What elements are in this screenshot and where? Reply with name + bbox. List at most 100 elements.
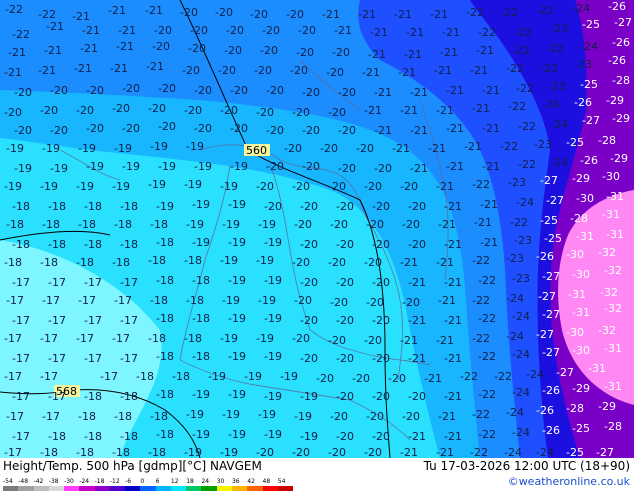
temp-label: -21 <box>374 124 392 137</box>
temp-label: -22 <box>546 42 564 55</box>
temp-label: -32 <box>604 302 622 315</box>
temp-label: -27 <box>538 290 556 303</box>
temp-label: -22 <box>470 446 488 458</box>
temp-label: -19 <box>192 236 210 249</box>
temp-label: -17 <box>4 332 22 345</box>
temp-label: -19 <box>50 162 68 175</box>
temp-label: -21 <box>438 218 456 231</box>
temp-label: -17 <box>12 390 30 403</box>
colorbar-tick: 0 <box>140 478 145 485</box>
temp-label: -20 <box>366 218 384 231</box>
temp-label: -19 <box>264 350 282 363</box>
temp-label: -20 <box>284 142 302 155</box>
temp-label: -20 <box>184 104 202 117</box>
temp-label: -21 <box>440 46 458 59</box>
temp-label: -18 <box>112 256 130 269</box>
temp-label: -29 <box>612 112 630 125</box>
temp-label: -20 <box>292 446 310 458</box>
temp-label: -31 <box>576 230 594 243</box>
temp-label: -17 <box>40 332 58 345</box>
temp-label: -22 <box>478 26 496 39</box>
temp-label: -20 <box>260 44 278 57</box>
colorbar-tick: 12 <box>170 478 179 485</box>
temp-label: -21 <box>400 446 418 458</box>
temp-label: -19 <box>258 408 276 421</box>
temp-label: -18 <box>192 274 210 287</box>
temp-label: -27 <box>540 174 558 187</box>
temp-label: -21 <box>334 24 352 37</box>
temp-label: -19 <box>228 312 246 325</box>
temp-label: -19 <box>264 274 282 287</box>
temp-label: -21 <box>72 10 90 23</box>
temp-label: -20 <box>158 82 176 95</box>
temp-label: -18 <box>156 350 174 363</box>
temp-label: -18 <box>84 200 102 213</box>
temp-label: -24 <box>512 386 530 399</box>
temp-label: -18 <box>76 256 94 269</box>
temp-label: -19 <box>280 370 298 383</box>
temp-label: -20 <box>352 372 370 385</box>
temp-label: -20 <box>366 410 384 423</box>
temp-label: -26 <box>612 36 630 49</box>
temp-label: -20 <box>408 238 426 251</box>
temp-label: -31 <box>568 288 586 301</box>
temp-label: -26 <box>580 154 598 167</box>
temp-label: -20 <box>294 218 312 231</box>
temp-label: -21 <box>38 64 56 77</box>
temp-label: -19 <box>208 370 226 383</box>
temp-label: -20 <box>328 106 346 119</box>
temp-label: -18 <box>12 238 30 251</box>
temp-label: -20 <box>112 102 130 115</box>
temp-label: -21 <box>428 142 446 155</box>
temp-label: -30 <box>572 268 590 281</box>
temp-label: -26 <box>536 404 554 417</box>
temp-label: -18 <box>6 218 24 231</box>
temp-label: -19 <box>14 162 32 175</box>
temp-label: -29 <box>606 94 624 107</box>
temp-label: -20 <box>316 372 334 385</box>
temp-label: -18 <box>114 218 132 231</box>
temp-label: -20 <box>400 180 418 193</box>
temp-label: -21 <box>358 8 376 21</box>
temp-label: -28 <box>598 134 616 147</box>
temp-label: -21 <box>438 294 456 307</box>
temp-label: -19 <box>230 160 248 173</box>
temp-label: -21 <box>118 24 136 37</box>
temp-label: -21 <box>482 122 500 135</box>
colorbar-tick: -18 <box>94 478 105 485</box>
temp-label: -18 <box>84 430 102 443</box>
temp-label: -17 <box>76 332 94 345</box>
temp-label: -21 <box>44 44 62 57</box>
temp-label: -22 <box>514 26 532 39</box>
colorbar-tick: 48 <box>262 478 271 485</box>
temp-label: -19 <box>4 180 22 193</box>
colorbar <box>3 486 294 491</box>
temp-label: -17 <box>42 294 60 307</box>
temp-label: -26 <box>574 96 592 109</box>
colorbar-tick: -42 <box>33 478 44 485</box>
temp-label: -20 <box>336 276 354 289</box>
temp-label: -21 <box>436 334 454 347</box>
temp-label: -21 <box>474 216 492 229</box>
temp-label: -20 <box>40 104 58 117</box>
temp-label: -17 <box>12 352 30 365</box>
temp-label: -31 <box>606 228 624 241</box>
temp-label: -22 <box>472 408 490 421</box>
colorbar-swatch <box>201 486 217 491</box>
temp-label: -17 <box>40 370 58 383</box>
temp-label: -28 <box>570 212 588 225</box>
temp-label: -21 <box>444 238 462 251</box>
temp-label: -20 <box>262 24 280 37</box>
temp-label: -21 <box>392 142 410 155</box>
temp-label: -20 <box>154 24 172 37</box>
site-credit-link[interactable]: ©weatheronline.co.uk <box>508 475 630 488</box>
temp-label: -31 <box>572 306 590 319</box>
temp-label: -22 <box>516 82 534 95</box>
temp-label: -25 <box>580 78 598 91</box>
temp-label: -19 <box>78 142 96 155</box>
temp-label: -19 <box>114 142 132 155</box>
temp-label: -22 <box>510 216 528 229</box>
temp-label: -20 <box>336 390 354 403</box>
temp-label: -17 <box>112 332 130 345</box>
temp-label: -21 <box>464 140 482 153</box>
